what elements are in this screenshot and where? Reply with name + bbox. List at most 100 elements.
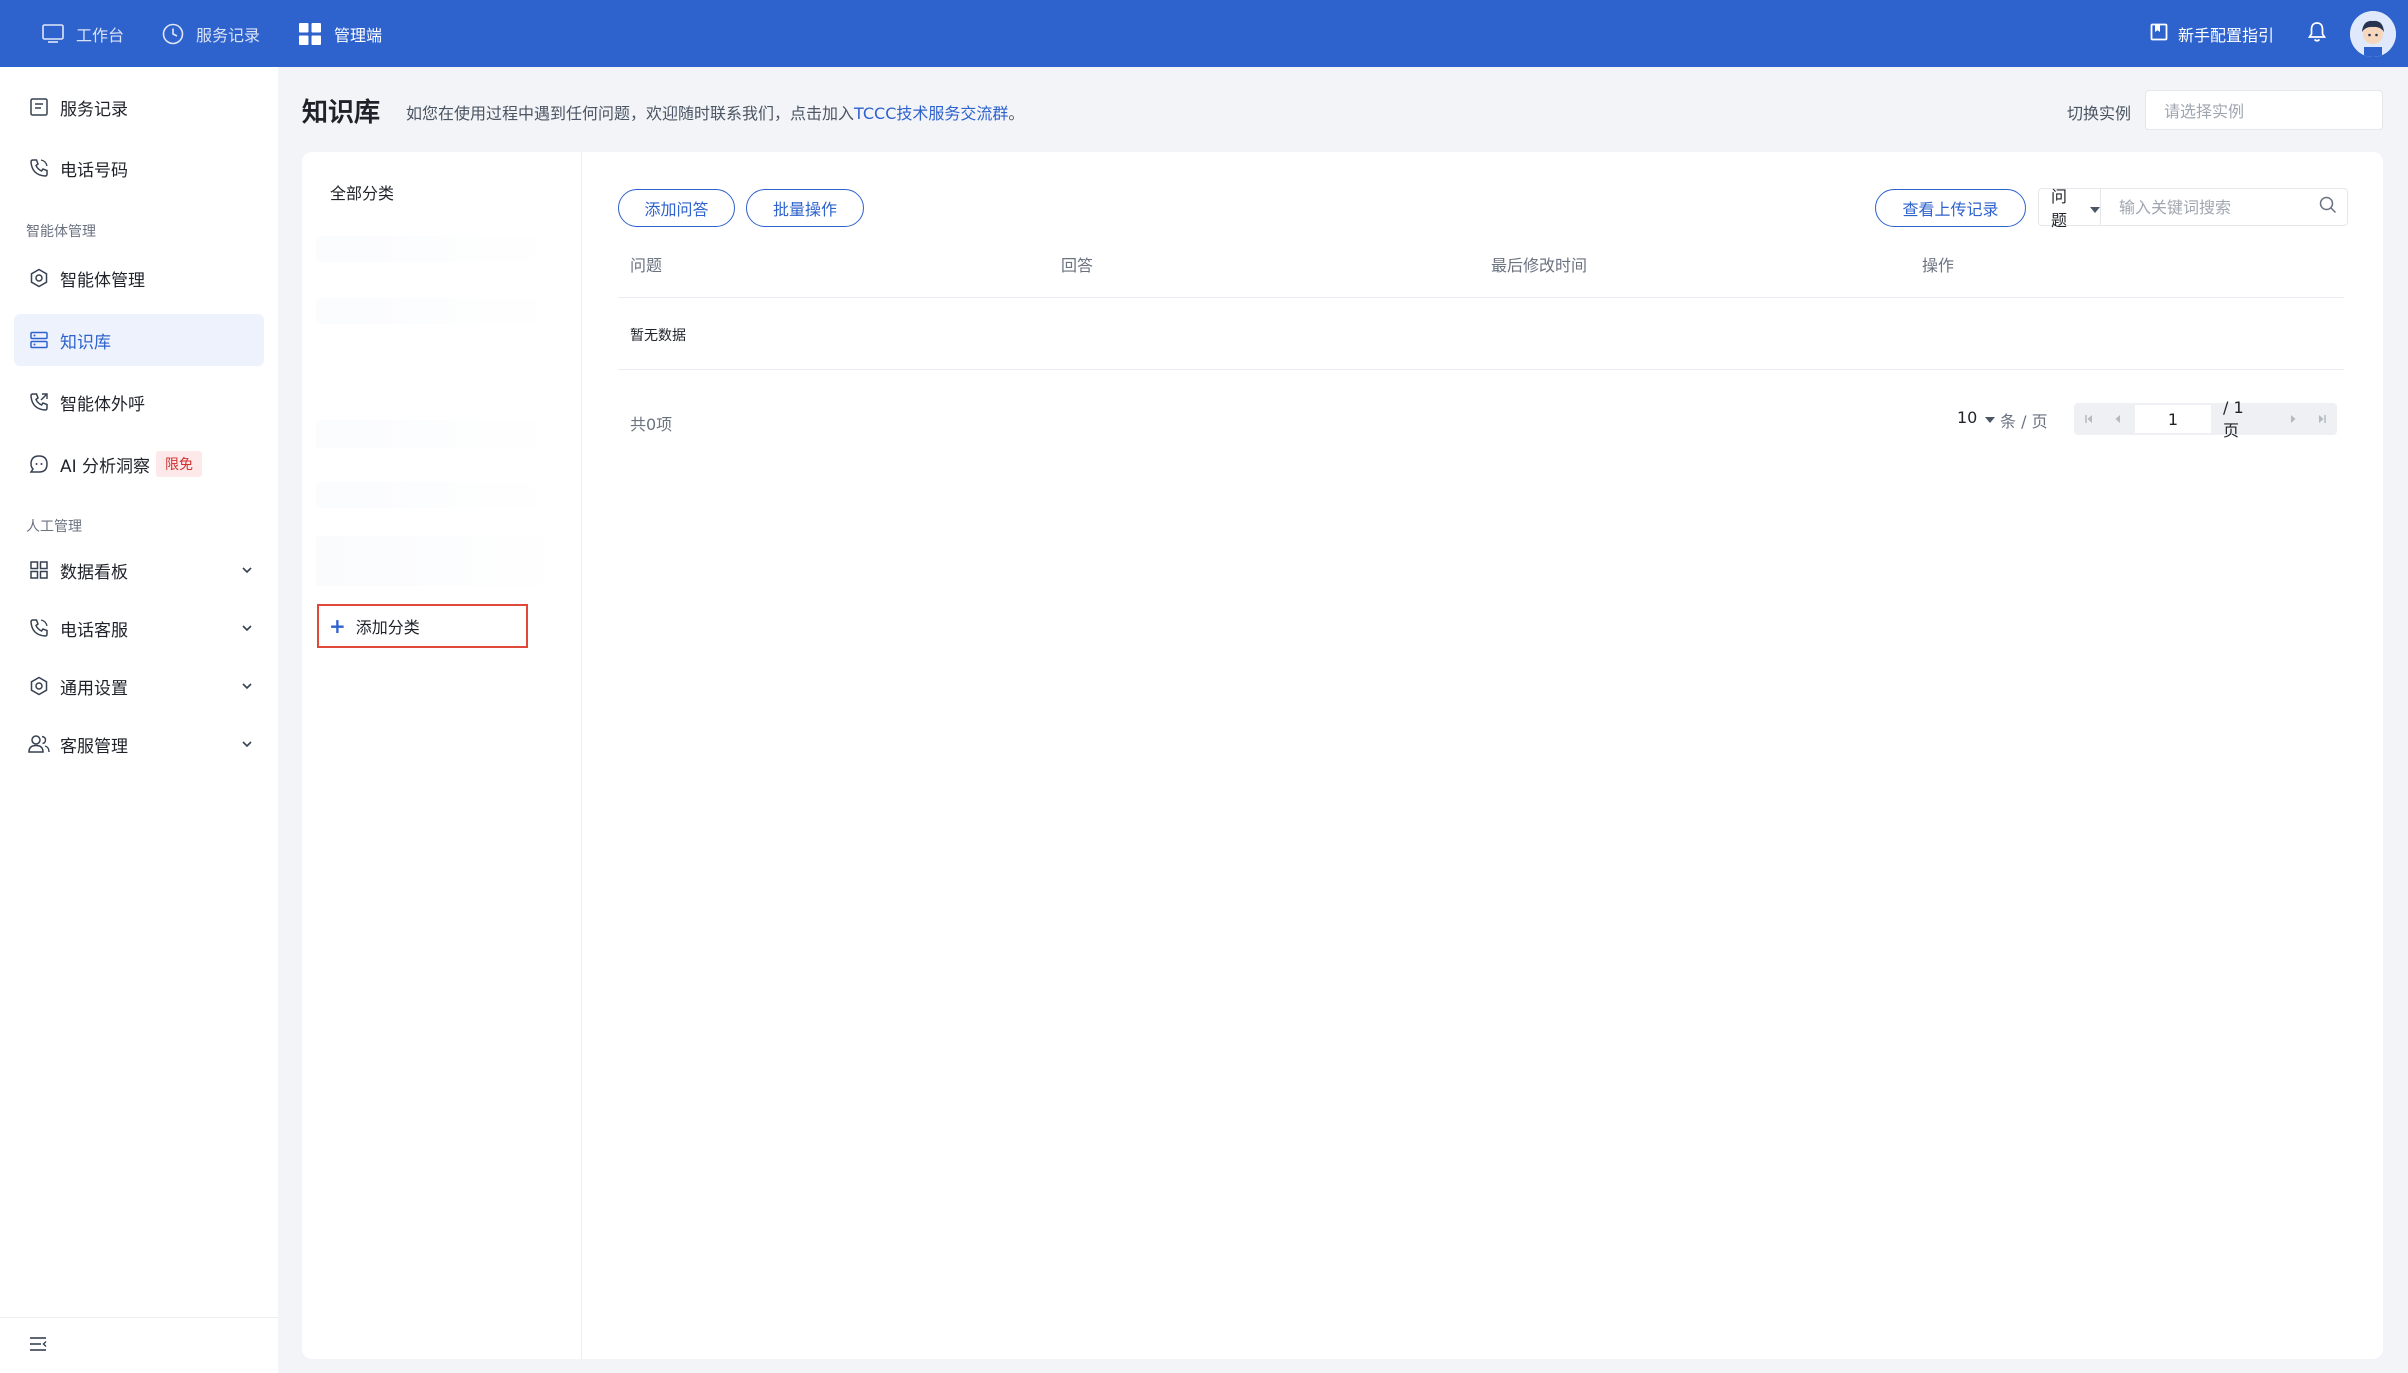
sidebar-item-label: 通用设置 — [60, 678, 128, 699]
plus-icon: + — [329, 614, 346, 638]
sidebar: 服务记录 电话号码 智能体管理 智能体管理 知识库 智能体外呼 AI 分析洞察 … — [0, 67, 278, 1373]
last-page-icon[interactable] — [2308, 403, 2337, 435]
monitor-icon — [42, 23, 64, 44]
blurred-category — [316, 482, 566, 508]
sidebar-item-label: 数据看板 — [60, 562, 128, 583]
search-type-value: 问题 — [2051, 187, 2068, 230]
add-qa-button[interactable]: 添加问答 — [618, 189, 735, 227]
keyword-search-input[interactable] — [2101, 189, 2319, 225]
page-description-text: 如您在使用过程中遇到任何问题，欢迎随时联系我们，点击加入 — [406, 104, 855, 123]
sidebar-group-manual: 人工管理 — [26, 519, 82, 535]
first-page-icon[interactable] — [2074, 403, 2103, 435]
sidebar-collapse-button[interactable] — [0, 1317, 278, 1373]
next-page-icon[interactable] — [2278, 403, 2307, 435]
sidebar-item-knowledge-base[interactable]: 知识库 — [14, 314, 264, 366]
sidebar-item-label: 客服管理 — [60, 736, 128, 757]
instance-select[interactable]: 请选择实例 — [2145, 90, 2383, 130]
table-header-divider — [618, 297, 2344, 298]
setup-guide-label: 新手配置指引 — [2177, 25, 2274, 45]
clock-icon — [162, 23, 184, 45]
sidebar-item-dashboard[interactable]: 数据看板 — [14, 544, 264, 596]
sidebar-item-label: 服务记录 — [60, 99, 128, 120]
sidebar-item-label: 电话客服 — [60, 620, 128, 641]
column-header-last-modified: 最后修改时间 — [1491, 256, 1588, 275]
bookmark-icon — [2150, 23, 2168, 45]
table-bottom-divider — [618, 369, 2344, 370]
top-right-actions: 新手配置指引 — [2150, 0, 2408, 67]
column-header-answer: 回答 — [1061, 256, 1094, 275]
database-icon — [28, 329, 50, 351]
sidebar-item-phone-support[interactable]: 电话客服 — [14, 602, 264, 654]
sidebar-item-label: 智能体外呼 — [60, 394, 145, 415]
dashboard-grid-icon — [28, 559, 50, 581]
view-upload-records-button[interactable]: 查看上传记录 — [1875, 189, 2026, 227]
top-nav-workbench-label: 工作台 — [76, 25, 125, 45]
sidebar-item-service-records[interactable]: 服务记录 — [14, 81, 264, 133]
top-nav-service-records-label: 服务记录 — [196, 25, 261, 45]
top-nav: 工作台 服务记录 管理端 — [0, 0, 420, 67]
users-icon — [28, 733, 50, 755]
category-all[interactable]: 全部分类 — [330, 180, 394, 204]
add-category-button[interactable]: + 添加分类 — [317, 604, 528, 648]
blurred-category — [316, 236, 566, 262]
sidebar-item-agent-management[interactable]: 智能体管理 — [14, 252, 264, 304]
setup-guide-link[interactable]: 新手配置指引 — [2150, 22, 2274, 46]
sidebar-group-agent: 智能体管理 — [26, 224, 96, 240]
top-nav-admin[interactable]: 管理端 — [298, 22, 382, 46]
sidebar-item-label: 智能体管理 — [60, 270, 145, 291]
batch-operation-button[interactable]: 批量操作 — [746, 189, 864, 227]
search-type-select[interactable]: 问题 — [2039, 187, 2101, 230]
total-count: 共0项 — [630, 415, 673, 434]
blurred-category — [316, 420, 566, 448]
top-nav-admin-label: 管理端 — [334, 25, 383, 45]
sidebar-item-label: 电话号码 — [60, 160, 128, 181]
bell-icon[interactable] — [2307, 21, 2327, 47]
caret-down-icon — [1985, 408, 1996, 427]
pagination: / 1 页 — [2074, 398, 2337, 440]
top-nav-workbench[interactable]: 工作台 — [42, 22, 124, 46]
current-page-input[interactable] — [2134, 405, 2211, 433]
avatar[interactable] — [2350, 10, 2396, 57]
page-size-value: 10 — [1957, 408, 1978, 427]
page-size-unit: 条 / 页 — [2000, 412, 2048, 431]
tccc-group-link[interactable]: TCCC技术服务交流群 — [854, 104, 1008, 123]
collapse-menu-icon — [28, 1336, 48, 1356]
phone-icon — [28, 157, 50, 179]
chat-bot-icon — [28, 453, 50, 475]
sidebar-item-label: 知识库 — [60, 332, 111, 353]
column-header-actions: 操作 — [1922, 256, 1955, 275]
page-description: 如您在使用过程中遇到任何问题，欢迎随时联系我们，点击加入TCCC技术服务交流群。 — [406, 100, 1024, 124]
top-nav-service-records[interactable]: 服务记录 — [162, 22, 260, 46]
sidebar-item-label: AI 分析洞察 — [60, 456, 151, 477]
blurred-category — [316, 536, 566, 586]
switch-instance-label: 切换实例 — [2067, 104, 2132, 123]
blurred-category — [316, 298, 566, 324]
limited-free-badge: 限免 — [156, 451, 203, 477]
chevron-down-icon — [240, 562, 254, 582]
page-description-end: 。 — [1008, 104, 1025, 123]
category-panel: 全部分类 + 添加分类 — [302, 152, 582, 1359]
phone-outbound-icon — [28, 391, 50, 413]
search-icon[interactable] — [2319, 196, 2337, 218]
total-pages: / 1 页 — [2222, 397, 2244, 440]
search-bar: 问题 — [2038, 187, 2348, 230]
prev-page-icon[interactable] — [2103, 403, 2132, 435]
sidebar-item-ai-insights[interactable]: AI 分析洞察 限免 — [14, 438, 264, 490]
page-size-select[interactable]: 10 — [1957, 408, 1996, 427]
document-icon — [28, 96, 50, 118]
phone-support-icon — [28, 617, 50, 639]
chevron-down-icon — [240, 620, 254, 640]
grid-icon — [298, 22, 322, 46]
sidebar-item-phone-numbers[interactable]: 电话号码 — [14, 142, 264, 194]
sidebar-item-general-settings[interactable]: 通用设置 — [14, 660, 264, 712]
caret-down-icon — [2090, 198, 2100, 217]
top-bar: 工作台 服务记录 管理端 新手配置指引 — [0, 0, 2408, 67]
add-category-label: 添加分类 — [355, 618, 420, 637]
table-empty-text: 暂无数据 — [630, 328, 686, 344]
page-title: 知识库 — [302, 98, 381, 128]
sidebar-item-agent-admin[interactable]: 客服管理 — [14, 718, 264, 770]
gear-icon — [28, 675, 50, 697]
main-card: 全部分类 + 添加分类 添加问答 批量操作 查看上传记录 问题 问题 回答 最后… — [302, 152, 2383, 1359]
sidebar-item-agent-outbound[interactable]: 智能体外呼 — [14, 376, 264, 428]
chevron-down-icon — [240, 736, 254, 756]
